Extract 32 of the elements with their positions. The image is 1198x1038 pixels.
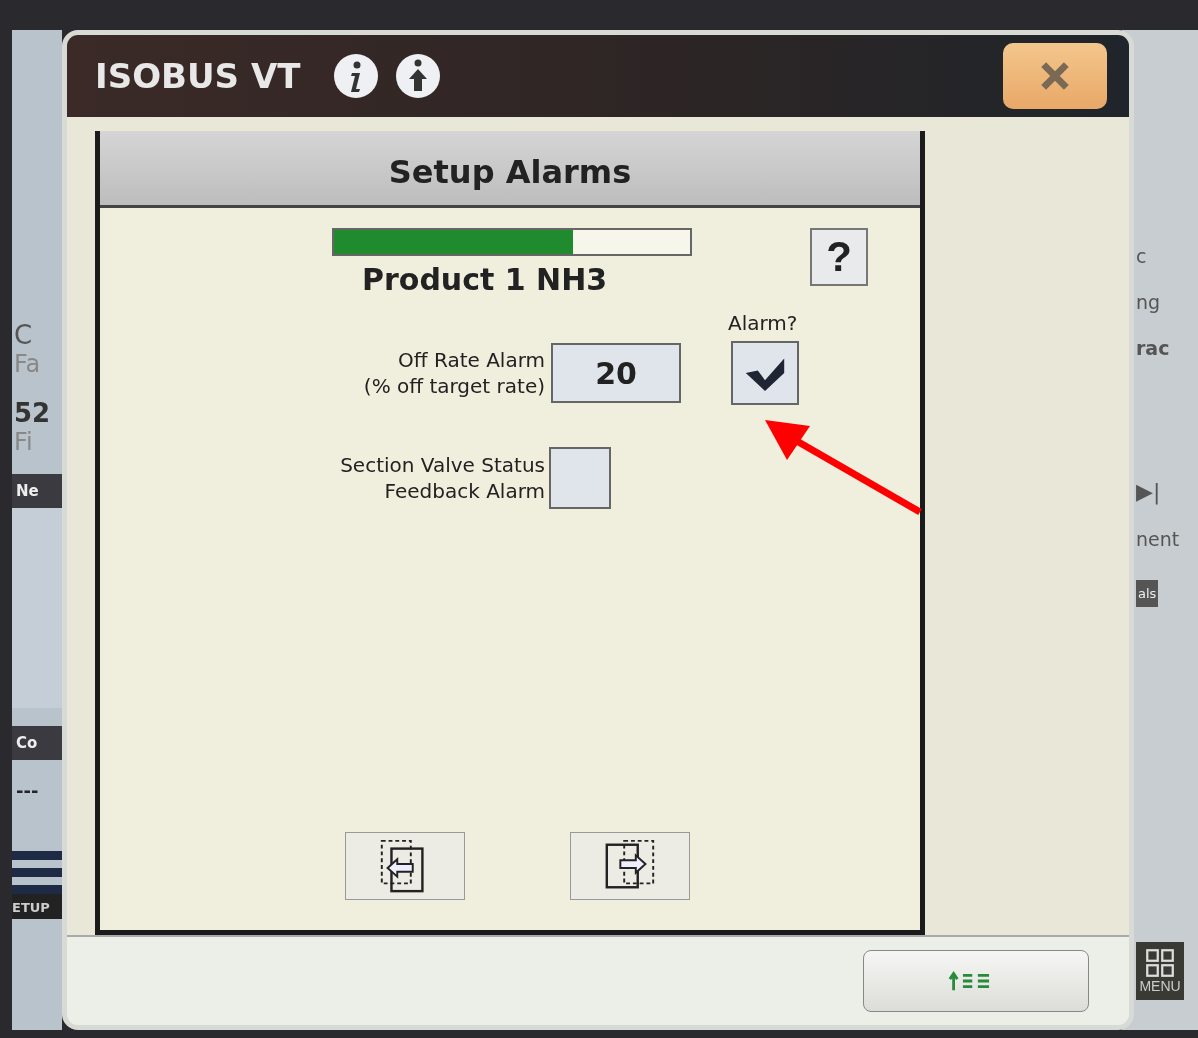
background-text: Fa	[14, 350, 42, 378]
number-input[interactable]: 20	[551, 343, 681, 403]
background-text: 52	[14, 398, 52, 428]
background-tab[interactable]: ETUP	[12, 894, 62, 919]
dialog-title: Setup Alarms	[100, 131, 920, 208]
window-title: ISOBUS VT	[95, 56, 301, 96]
close-button[interactable]	[1003, 43, 1107, 109]
alarm-checkbox[interactable]	[549, 447, 611, 509]
alarm-checkbox[interactable]	[731, 341, 799, 405]
background-text: ▶|	[1136, 479, 1161, 504]
next-page-button[interactable]	[570, 832, 690, 900]
column-label: Alarm?	[728, 311, 798, 335]
background-text: ng	[1136, 291, 1161, 313]
field-label: Off Rate Alarm (% off target rate)	[362, 347, 545, 399]
background-text: nent	[1136, 528, 1180, 550]
background-text: Fi	[14, 428, 34, 456]
background-header: Ne	[12, 474, 62, 508]
background-header: Co	[12, 726, 62, 760]
help-button[interactable]: ?	[810, 228, 868, 286]
product-name: Product 1 NH3	[361, 262, 609, 297]
grid-icon	[1145, 948, 1175, 978]
background-text: rac	[1136, 337, 1170, 359]
previous-page-button[interactable]	[345, 832, 465, 900]
background-header: als	[1136, 580, 1159, 607]
background-stripes	[12, 851, 62, 894]
background-text: C	[14, 320, 34, 350]
field-label: Section Valve Status Feedback Alarm	[339, 452, 545, 504]
background-text: ---	[15, 779, 40, 803]
menu-button[interactable]: MENU	[1136, 942, 1184, 1000]
info-icon[interactable]	[332, 52, 381, 100]
background-text: c	[1136, 245, 1147, 267]
list-up-button[interactable]	[863, 950, 1089, 1012]
